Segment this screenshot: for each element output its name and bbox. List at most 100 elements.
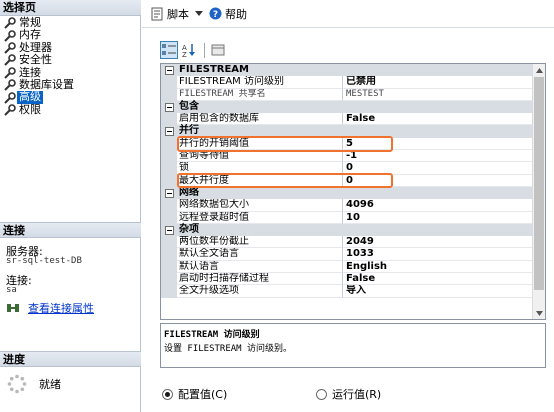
row-gutter bbox=[161, 125, 177, 138]
running-value-radio[interactable]: 运行值(R) bbox=[316, 386, 381, 402]
wrench-icon bbox=[4, 29, 16, 42]
view-connection-properties[interactable]: 查看连接属性 bbox=[6, 300, 94, 316]
property-value[interactable]: 1033 bbox=[343, 248, 533, 261]
script-icon bbox=[151, 7, 163, 20]
script-button[interactable]: 脚本 bbox=[150, 6, 189, 22]
row-gutter bbox=[161, 88, 177, 101]
property-row[interactable]: FILESTREAM 共享名 MESTEST bbox=[161, 88, 533, 101]
arrow-up-icon bbox=[535, 67, 543, 73]
property-grid[interactable]: FILESTREAM FILESTREAM 访问级别 已禁用 FILESTREAM 共… bbox=[160, 63, 546, 320]
progress-row: 就绪 bbox=[7, 374, 61, 394]
property-pages-button[interactable] bbox=[209, 41, 227, 59]
row-gutter bbox=[161, 150, 177, 163]
property-row[interactable]: 启用包含的数据库 False bbox=[161, 113, 533, 126]
property-row[interactable]: 最大并行度 0 bbox=[161, 174, 533, 187]
category-row[interactable]: 包含 bbox=[161, 100, 533, 114]
wrench-icon bbox=[4, 91, 16, 104]
svg-text:Z: Z bbox=[182, 51, 187, 57]
property-name: 启动时扫描存储过程 bbox=[177, 273, 343, 286]
property-value[interactable]: -1 bbox=[343, 150, 533, 163]
category-name: FILESTREAM bbox=[179, 64, 249, 75]
category-row[interactable]: FILESTREAM bbox=[161, 64, 533, 77]
page-item-6[interactable]: 高级 bbox=[3, 90, 139, 104]
page-item-label: 高级 bbox=[17, 90, 43, 104]
property-row[interactable]: 网络数据包大小 4096 bbox=[161, 199, 533, 212]
page-item-1[interactable]: 内存 bbox=[3, 28, 139, 42]
running-value-radio-circle bbox=[316, 388, 327, 400]
spinner-icon bbox=[7, 374, 27, 394]
property-row[interactable]: 锁0 bbox=[161, 162, 533, 175]
property-value[interactable]: 已禁用 bbox=[343, 76, 533, 89]
property-value[interactable]: MESTEST bbox=[343, 89, 533, 101]
row-gutter bbox=[161, 186, 177, 200]
config-value-label: 配置值(C) bbox=[178, 388, 228, 401]
property-name: 并行的开销阈值 bbox=[177, 137, 343, 151]
property-name: 锁 bbox=[177, 162, 343, 175]
property-name: 两位数年份截止 bbox=[177, 236, 343, 249]
view-connection-properties-link[interactable]: 查看连接属性 bbox=[28, 300, 94, 316]
property-row[interactable]: 并行的开销阈值 5 bbox=[161, 137, 533, 151]
property-row[interactable]: 两位数年份截止 2049 bbox=[161, 236, 533, 249]
wrench-icon bbox=[4, 66, 16, 79]
connection-header: 连接 bbox=[0, 222, 141, 238]
scroll-up-button[interactable] bbox=[533, 64, 545, 76]
vertical-scrollbar[interactable] bbox=[532, 64, 545, 319]
categorized-icon bbox=[162, 44, 176, 55]
category-row[interactable]: 网络 bbox=[161, 186, 533, 200]
running-value-label: 运行值(R) bbox=[332, 388, 382, 401]
property-value[interactable]: 0 bbox=[343, 162, 533, 175]
property-value[interactable]: False bbox=[343, 113, 533, 126]
login-value: sa bbox=[6, 285, 17, 295]
row-gutter bbox=[161, 113, 177, 126]
page-item-7[interactable]: 权限 bbox=[3, 103, 139, 116]
page-item-label: 内存 bbox=[19, 28, 41, 42]
property-row[interactable]: 启动时扫描存储过程 False bbox=[161, 273, 533, 286]
property-name: 网络数据包大小 bbox=[177, 199, 343, 212]
property-row[interactable]: 全文升级选项 导入 bbox=[161, 285, 533, 298]
property-value[interactable]: English bbox=[343, 261, 533, 274]
property-value[interactable]: 5 bbox=[343, 138, 533, 151]
page-item-3[interactable]: 安全性 bbox=[3, 53, 139, 67]
property-value[interactable]: False bbox=[343, 273, 533, 286]
help-label: 帮助 bbox=[225, 7, 247, 21]
categorized-button[interactable] bbox=[160, 41, 178, 59]
property-name: 默认全文语言 bbox=[177, 248, 343, 261]
property-row[interactable]: 查询等待值 -1 bbox=[161, 150, 533, 163]
property-row[interactable]: 默认全文语言 1033 bbox=[161, 248, 533, 261]
row-gutter bbox=[161, 260, 177, 274]
grid-toolbar-divider bbox=[204, 42, 205, 58]
property-value[interactable]: 4096 bbox=[343, 199, 533, 212]
row-gutter bbox=[161, 248, 177, 261]
collapse-icon[interactable] bbox=[164, 65, 174, 75]
category-row[interactable]: 杂项 bbox=[161, 223, 533, 237]
property-value[interactable]: 10 bbox=[343, 212, 533, 224]
row-gutter bbox=[161, 137, 177, 151]
property-row[interactable]: 远程登录超时值 10 bbox=[161, 211, 533, 224]
collapse-icon[interactable] bbox=[164, 127, 174, 137]
grid-toolbar: A Z bbox=[160, 40, 229, 60]
collapse-icon[interactable] bbox=[164, 188, 174, 198]
property-value[interactable]: 2049 bbox=[343, 236, 533, 249]
collapse-icon[interactable] bbox=[164, 102, 174, 112]
property-value[interactable]: 0 bbox=[343, 175, 533, 187]
page-item-label: 安全性 bbox=[19, 53, 52, 67]
alphabetical-button[interactable]: A Z bbox=[180, 41, 198, 59]
scroll-down-button[interactable] bbox=[533, 307, 545, 319]
property-row[interactable]: FILESTREAM 访问级别 已禁用 bbox=[161, 76, 533, 89]
row-gutter bbox=[161, 100, 177, 114]
category-name: 杂项 bbox=[179, 223, 199, 235]
row-gutter bbox=[161, 236, 177, 249]
property-row[interactable]: 默认语言 English bbox=[161, 260, 533, 274]
scroll-thumb[interactable] bbox=[534, 77, 544, 290]
property-value[interactable]: 导入 bbox=[343, 285, 533, 298]
row-gutter bbox=[161, 76, 177, 89]
category-row[interactable]: 并行 bbox=[161, 125, 533, 138]
help-button[interactable]: ? 帮助 bbox=[209, 6, 247, 22]
property-name: FILESTREAM 访问级别 bbox=[177, 76, 343, 89]
help-icon: ? bbox=[209, 7, 222, 20]
script-dropdown[interactable] bbox=[195, 10, 203, 17]
config-value-radio[interactable]: 配置值(C) bbox=[162, 386, 227, 402]
collapse-icon[interactable] bbox=[164, 225, 174, 235]
category-name: 网络 bbox=[179, 186, 199, 198]
sort-az-icon: A Z bbox=[182, 44, 195, 57]
